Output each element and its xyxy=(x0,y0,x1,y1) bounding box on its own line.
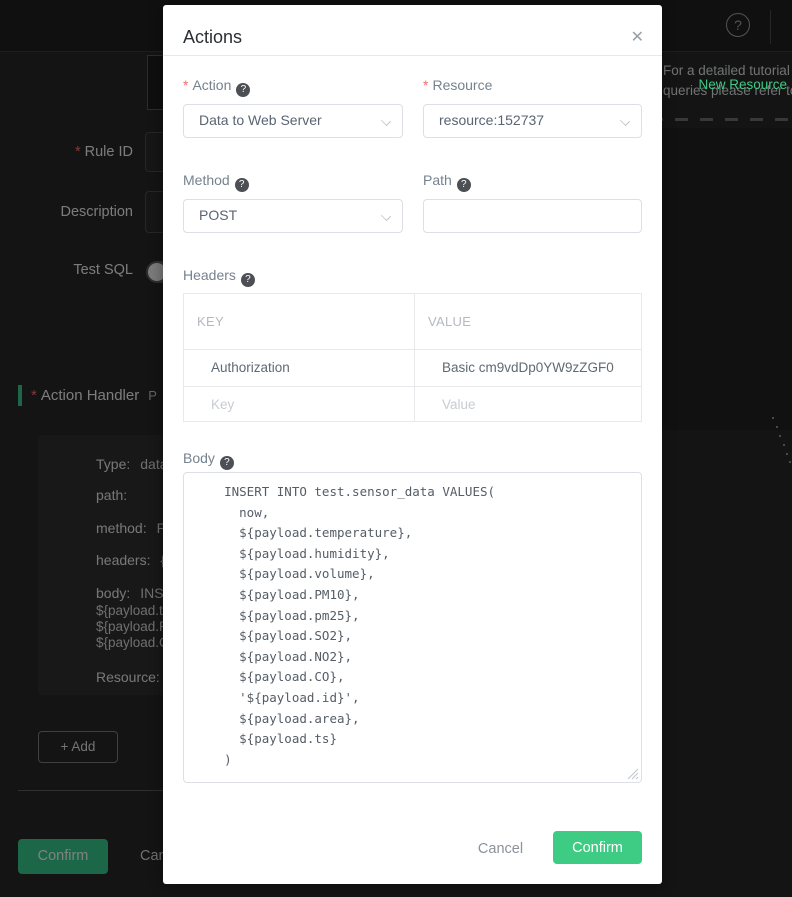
table-row-divider xyxy=(184,386,641,387)
body-textarea[interactable]: INSERT INTO test.sensor_data VALUES( now… xyxy=(183,472,642,783)
header-row-value[interactable]: Basic cm9vdDp0YW9zZGF0 xyxy=(442,360,614,375)
resource-select-value: resource:152737 xyxy=(439,112,544,128)
new-resource-link[interactable]: New Resource xyxy=(508,77,787,92)
method-select-value: POST xyxy=(199,207,237,223)
table-row-divider xyxy=(184,349,641,350)
modal-header: Actions ✕ xyxy=(163,5,662,56)
path-input[interactable] xyxy=(424,200,641,232)
chevron-down-icon xyxy=(381,116,391,126)
resource-select[interactable]: resource:152737 xyxy=(423,104,642,138)
action-select-value: Data to Web Server xyxy=(199,112,322,128)
action-label: *Action? xyxy=(183,77,250,97)
help-badge-icon[interactable]: ? xyxy=(236,83,250,97)
resource-label: *Resource xyxy=(423,77,492,93)
method-select[interactable]: POST xyxy=(183,199,403,233)
modal-title: Actions xyxy=(183,27,242,48)
headers-table: KEY VALUE Authorization Basic cm9vdDp0YW… xyxy=(183,293,642,422)
header-row-key[interactable]: Authorization xyxy=(211,360,290,375)
header-key-placeholder[interactable]: Key xyxy=(211,397,234,412)
actions-modal: Actions ✕ *Action? *Resource New Resourc… xyxy=(163,5,662,884)
help-badge-icon[interactable]: ? xyxy=(220,456,234,470)
headers-label: Headers? xyxy=(183,267,255,287)
action-select[interactable]: Data to Web Server xyxy=(183,104,403,138)
chevron-down-icon xyxy=(620,116,630,126)
body-textarea-wrap: INSERT INTO test.sensor_data VALUES( now… xyxy=(183,472,642,783)
help-badge-icon[interactable]: ? xyxy=(457,178,471,192)
header-value-placeholder[interactable]: Value xyxy=(442,397,476,412)
path-input-wrap xyxy=(423,199,642,233)
confirm-button[interactable]: Confirm xyxy=(553,831,642,864)
column-header-key: KEY xyxy=(197,314,224,329)
help-badge-icon[interactable]: ? xyxy=(241,273,255,287)
resize-grip-icon[interactable] xyxy=(627,768,639,780)
method-label: Method? xyxy=(183,172,249,192)
cancel-button[interactable]: Cancel xyxy=(463,841,538,857)
required-asterisk: * xyxy=(423,77,428,93)
table-column-divider xyxy=(414,294,415,421)
help-badge-icon[interactable]: ? xyxy=(235,178,249,192)
screen: ? For a detailed tutorial queries please… xyxy=(0,0,792,897)
body-label: Body? xyxy=(183,450,234,470)
column-header-value: VALUE xyxy=(428,314,471,329)
required-asterisk: * xyxy=(183,77,188,93)
path-label: Path? xyxy=(423,172,471,192)
close-icon[interactable]: ✕ xyxy=(631,27,644,47)
chevron-down-icon xyxy=(381,211,391,221)
